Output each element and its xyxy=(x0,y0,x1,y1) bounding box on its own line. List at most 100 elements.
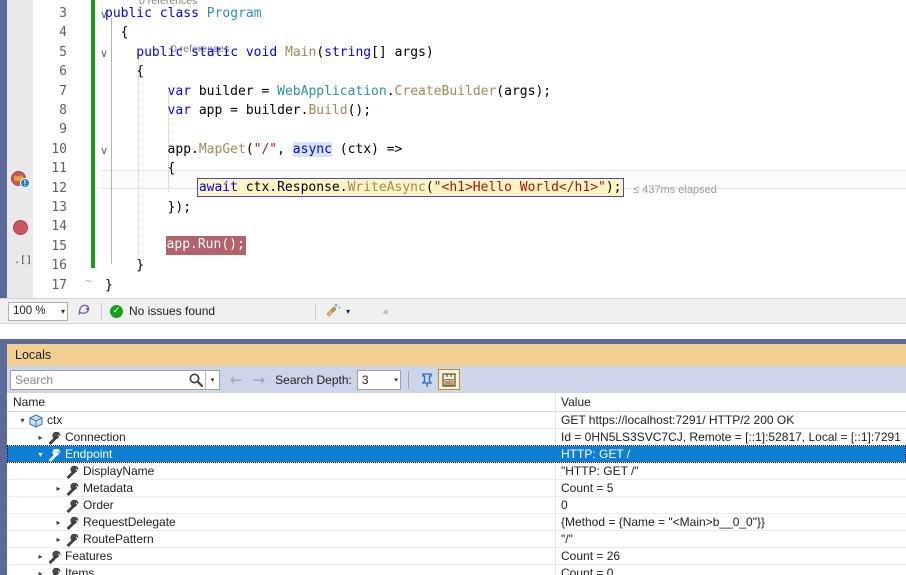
zoom-level-selector[interactable]: 100 % ▾ xyxy=(8,301,68,321)
expander-expanded-icon[interactable]: ▾ xyxy=(35,446,46,463)
variable-name: Endpoint xyxy=(65,447,113,461)
expander-collapsed-icon[interactable]: ▸ xyxy=(35,429,46,446)
intellicode-icon[interactable] xyxy=(76,301,93,321)
code-editor[interactable]: ! .[] 0 references 0 references ~ 3 ∨ pu… xyxy=(0,0,906,298)
variable-name: Items xyxy=(65,566,95,575)
pin-icon[interactable] xyxy=(416,369,438,390)
line-number: 17 xyxy=(51,277,67,293)
variable-value[interactable]: Count = 5 xyxy=(555,480,613,497)
variable-value[interactable]: "HTTP: GET /" xyxy=(555,463,639,480)
table-row[interactable]: ▸ RoutePattern "/" xyxy=(7,531,906,548)
search-next-icon[interactable]: → xyxy=(253,371,266,389)
table-row[interactable]: ▸ Metadata Count = 5 xyxy=(7,480,906,497)
table-row[interactable]: ▸ RequestDelegate {Method = {Name = "<Main… xyxy=(7,514,906,531)
code-line[interactable]: var app = builder.Build(); xyxy=(168,101,372,120)
locals-title-bar[interactable]: Locals xyxy=(7,344,906,366)
check-circle-icon: ✓ xyxy=(110,304,123,318)
editor-glyph-margin[interactable]: ! .[] xyxy=(7,0,33,298)
code-line[interactable]: public static void Main(string[] args) xyxy=(136,43,433,62)
code-line[interactable]: app.MapGet("/", async (ctx) => xyxy=(168,140,402,159)
breakpoint-pending-icon[interactable]: ! xyxy=(11,170,30,189)
variable-value[interactable]: HTTP: GET / xyxy=(555,446,630,463)
chevron-down-icon: ▾ xyxy=(60,306,65,316)
code-surface[interactable]: 0 references 0 references ~ 3 ∨ public cla… xyxy=(33,0,906,298)
table-row[interactable]: ▾ Endpoint HTTP: GET / xyxy=(7,445,906,463)
search-box[interactable]: ▾ xyxy=(10,369,220,390)
locals-grid-rows[interactable]: ▾ ctx GET https://localhost:7291/ HTTP/2 2… xyxy=(7,412,906,575)
variable-name: RoutePattern xyxy=(83,532,154,546)
visual-studio-window: ! .[] 0 references 0 references ~ 3 ∨ pu… xyxy=(0,0,906,575)
variable-name: Features xyxy=(65,549,113,563)
breakpoint-warning-badge: ! xyxy=(20,178,30,188)
line-number: 3 xyxy=(59,6,67,21)
search-previous-icon[interactable]: ← xyxy=(230,371,243,389)
variable-value[interactable]: "/" xyxy=(555,531,573,548)
selection-outline xyxy=(7,445,906,463)
variable-value[interactable]: 0 xyxy=(555,497,568,514)
expander-expanded-icon[interactable]: ▾ xyxy=(17,412,28,429)
variable-value[interactable]: Id = 0HN5LS3SVC7CJ, Remote = [::1]:52817… xyxy=(555,429,901,446)
structure-marker: .[] xyxy=(14,255,33,266)
indent-guide-1 xyxy=(138,55,139,260)
line-number: 14 xyxy=(51,219,67,235)
search-input[interactable] xyxy=(11,370,188,389)
async-keyword-highlight: async xyxy=(292,141,332,157)
collapse-panel-arrow-icon[interactable]: ◂ xyxy=(382,305,388,318)
outlining-chevron-icon[interactable]: ∨ xyxy=(99,44,109,63)
code-line[interactable]: public class Program xyxy=(105,4,262,23)
table-row[interactable]: ▸ Items Count = 0 xyxy=(7,565,906,575)
variable-value[interactable]: GET https://localhost:7291/ HTTP/2 200 O… xyxy=(555,412,794,429)
table-row[interactable]: ▾ ctx GET https://localhost:7291/ HTTP/2 2… xyxy=(7,412,906,429)
search-options-chevron-icon[interactable]: ▾ xyxy=(205,370,219,389)
column-header-name[interactable]: Name xyxy=(7,393,555,411)
table-row[interactable]: DisplayName "HTTP: GET /" xyxy=(7,463,906,480)
table-row[interactable]: ▸ Features Count = 26 xyxy=(7,548,906,565)
string-view-icon[interactable]: ab xyxy=(437,369,460,390)
table-row[interactable]: ▸ Connection Id = 0HN5LS3SVC7CJ, Remote = … xyxy=(7,429,906,446)
line-number: 15 xyxy=(51,238,67,254)
code-line[interactable]: var builder = WebApplication.CreateBuild… xyxy=(168,82,552,101)
cell-name: ▸ Metadata xyxy=(53,480,133,497)
outlining-chevron-icon[interactable]: ∨ xyxy=(99,141,109,160)
code-line[interactable]: } xyxy=(136,256,144,275)
code-cleanup-icon[interactable] xyxy=(324,301,342,321)
cell-name: Order xyxy=(53,497,114,514)
expander-collapsed-icon[interactable]: ▸ xyxy=(53,531,64,548)
line-number: 9 xyxy=(59,122,67,138)
svg-text:ab: ab xyxy=(446,380,452,386)
cell-name: DisplayName xyxy=(53,463,154,480)
code-line[interactable]: } xyxy=(105,276,113,295)
variable-value[interactable]: Count = 26 xyxy=(555,548,620,565)
line-number: 6 xyxy=(59,64,67,80)
variable-value[interactable]: {Method = {Name = "<Main>b__0_0"}} xyxy=(555,514,765,531)
property-icon xyxy=(64,532,80,548)
table-row[interactable]: Order 0 xyxy=(7,497,906,514)
code-line[interactable]: }); xyxy=(168,198,191,217)
variable-value[interactable]: Count = 0 xyxy=(555,565,613,575)
code-line[interactable]: { xyxy=(121,23,129,42)
line-number: 13 xyxy=(51,200,67,215)
variable-name: RequestDelegate xyxy=(83,515,176,529)
search-depth-selector[interactable]: 3 ▾ xyxy=(356,369,401,390)
chevron-down-icon: ▾ xyxy=(394,376,398,384)
current-statement-highlight[interactable]: await ctx.Response.WriteAsync("<h1>Hello… xyxy=(196,177,624,197)
expander-collapsed-icon[interactable]: ▸ xyxy=(53,480,64,497)
search-icon[interactable] xyxy=(188,372,204,388)
search-depth-label: Search Depth: xyxy=(275,372,352,387)
breakpoint-highlight[interactable]: app.Run(); xyxy=(165,235,246,255)
expander-collapsed-icon[interactable]: ▸ xyxy=(35,548,46,565)
code-line[interactable]: { xyxy=(136,62,144,81)
cell-name: ▸ RequestDelegate xyxy=(53,514,176,531)
cell-name: ▸ Connection xyxy=(35,429,126,446)
code-cleanup-chevron-icon[interactable]: ▾ xyxy=(346,307,350,316)
column-header-value[interactable]: Value xyxy=(555,393,906,411)
cell-name: ▾ ctx xyxy=(17,412,62,429)
expander-collapsed-icon[interactable]: ▸ xyxy=(53,514,64,531)
locals-title-text: Locals xyxy=(15,348,52,362)
code-line[interactable]: { xyxy=(168,159,176,178)
code-lines: 0 references 0 references ~ 3 ∨ public cla… xyxy=(33,0,906,298)
cell-name: ▾ Endpoint xyxy=(35,446,112,463)
expander-collapsed-icon[interactable]: ▸ xyxy=(35,565,46,575)
breakpoint-icon[interactable] xyxy=(13,220,28,235)
variable-name: Order xyxy=(83,498,114,512)
